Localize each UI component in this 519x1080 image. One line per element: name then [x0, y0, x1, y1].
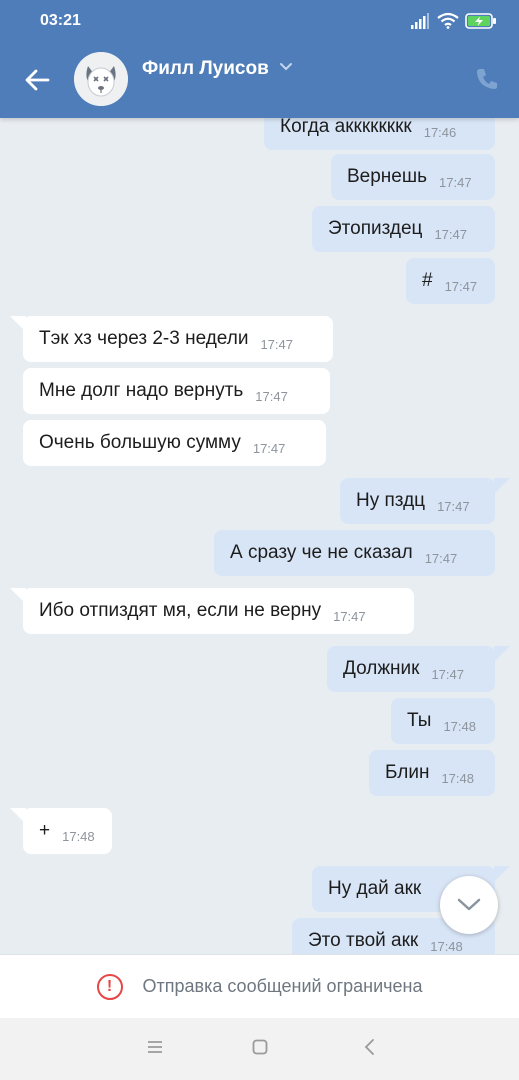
message-outgoing[interactable]: Вернешь 17:47	[331, 154, 495, 200]
message-text: Когда акккккккк	[280, 116, 412, 137]
message-time: 17:47	[437, 499, 470, 514]
messaging-restricted-bar: ! Отправка сообщений ограничена	[0, 954, 519, 1018]
alert-circle-icon: !	[96, 973, 123, 1000]
message-outgoing[interactable]: А сразу че не сказал 17:47	[214, 530, 495, 576]
message-text: Ты	[407, 710, 432, 731]
bubble-tail-out	[494, 478, 510, 494]
status-time: 03:21	[40, 12, 81, 29]
chat-area[interactable]: Когда акккккккк 17:46 Вернешь 17:47 Этоп…	[0, 0, 519, 954]
message-time: 17:47	[252, 441, 286, 456]
restriction-text: Отправка сообщений ограничена	[142, 976, 423, 996]
message-text: Это твой акк	[308, 930, 419, 951]
arrow-left-icon	[25, 69, 50, 91]
message-outgoing[interactable]: Ну пздц 17:47	[340, 478, 495, 524]
message-text: Ну дай акк	[328, 878, 422, 899]
chevron-down-icon	[457, 898, 481, 911]
nav-home-button[interactable]	[251, 1038, 269, 1061]
message-text: Ибо отпиздят мя, если не верну	[39, 600, 322, 621]
message-text: Очень большую сумму	[39, 432, 241, 453]
menu-icon	[148, 1041, 162, 1053]
message-outgoing[interactable]: # 17:47	[406, 258, 495, 304]
message-time: 17:48	[443, 719, 476, 734]
bubble-tail-out	[494, 646, 510, 662]
battery-charging-icon	[465, 13, 496, 29]
message-text: Блин	[385, 762, 430, 783]
app-header: 03:21 Филл Луисов	[0, 0, 519, 118]
message-incoming[interactable]: Ибо отпиздят мя, если не верну 17:47	[23, 588, 414, 634]
message-text: Ну пздц	[356, 490, 426, 511]
message-time: 17:47	[333, 609, 366, 624]
home-square-icon	[252, 1039, 268, 1055]
contact-name[interactable]: Филл Луисов	[142, 58, 269, 80]
signal-icon	[411, 13, 429, 29]
message-text: Должник	[343, 658, 420, 679]
message-time: 17:46	[423, 125, 457, 140]
message-time: 17:48	[62, 829, 95, 844]
message-outgoing[interactable]: Этопиздец 17:47	[312, 206, 495, 252]
message-time: 17:47	[424, 551, 458, 566]
chevron-down-icon[interactable]	[278, 60, 294, 74]
message-incoming[interactable]: Тэк хз через 2-3 недели 17:47	[23, 316, 333, 362]
scroll-to-bottom-button[interactable]	[440, 876, 498, 934]
message-time: 17:47	[439, 175, 472, 190]
message-text: Этопиздец	[328, 218, 423, 239]
message-text: +	[39, 820, 51, 841]
call-button[interactable]	[474, 66, 500, 97]
system-nav-bar	[0, 1018, 519, 1080]
message-time: 17:48	[441, 771, 474, 786]
message-outgoing[interactable]: Ты 17:48	[391, 698, 495, 744]
message-text: А сразу че не сказал	[230, 542, 413, 563]
message-text: Мне долг надо вернуть	[39, 380, 244, 401]
nav-menu-button[interactable]	[146, 1038, 164, 1061]
message-incoming[interactable]: + 17:48	[23, 808, 112, 854]
wifi-icon	[437, 12, 459, 29]
message-time: 17:47	[255, 389, 288, 404]
back-button[interactable]	[20, 62, 56, 98]
status-icons	[411, 11, 501, 31]
message-outgoing[interactable]: Блин 17:48	[369, 750, 495, 796]
contact-avatar[interactable]	[74, 52, 128, 106]
nav-back-button[interactable]	[361, 1038, 379, 1061]
message-outgoing[interactable]: Должник 17:47	[327, 646, 495, 692]
dog-avatar-icon	[74, 52, 128, 106]
message-text: #	[422, 270, 433, 291]
message-time: 17:47	[434, 227, 467, 242]
message-incoming[interactable]: Мне долг надо вернуть 17:47	[23, 368, 330, 414]
phone-icon	[477, 69, 497, 89]
message-time: 17:47	[444, 279, 478, 294]
back-chevron-icon	[364, 1039, 374, 1055]
message-time: 17:47	[431, 667, 464, 682]
bubble-tail-out	[494, 866, 510, 882]
message-text: Вернешь	[347, 166, 428, 187]
message-time: 17:47	[260, 337, 293, 352]
message-time: 17:48	[430, 939, 463, 954]
message-text: Тэк хз через 2-3 недели	[39, 328, 249, 349]
message-incoming[interactable]: Очень большую сумму 17:47	[23, 420, 326, 466]
